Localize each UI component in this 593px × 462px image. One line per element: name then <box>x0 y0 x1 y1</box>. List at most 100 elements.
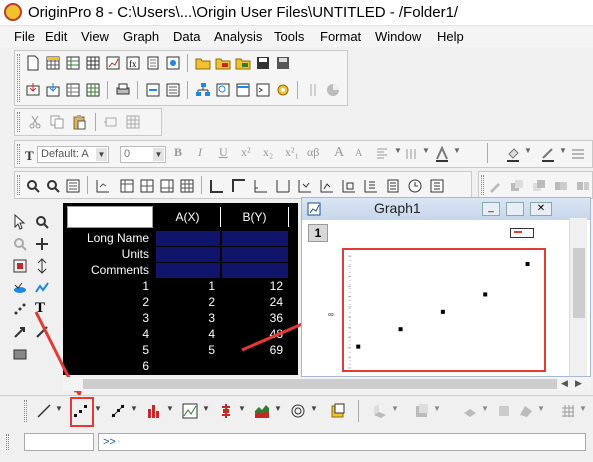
chevron-down-icon[interactable]: ▼ <box>433 404 441 413</box>
layer-1-tab[interactable]: 1 <box>308 224 328 242</box>
underline-button[interactable]: U <box>219 145 228 160</box>
save-template-icon[interactable] <box>275 55 291 71</box>
chevron-down-icon[interactable]: ▼ <box>559 146 567 155</box>
group-icon[interactable] <box>553 178 569 194</box>
code-builder-icon[interactable] <box>275 82 291 98</box>
cell-b[interactable]: 36 <box>221 311 289 326</box>
polar-plot-icon[interactable] <box>290 403 306 419</box>
sheet-corner[interactable] <box>67 206 153 228</box>
line-color-icon[interactable] <box>540 146 556 162</box>
comments-cell-a[interactable] <box>156 263 220 278</box>
chevron-down-icon[interactable]: ▼ <box>153 148 164 161</box>
add-right-axis-icon[interactable] <box>275 178 291 194</box>
fill-color-icon[interactable] <box>505 146 521 162</box>
color-scale-icon[interactable] <box>319 178 335 194</box>
line-tool-icon[interactable] <box>34 324 50 340</box>
zoom-tool-icon[interactable] <box>34 214 50 230</box>
arrange-back-icon[interactable] <box>531 178 547 194</box>
refresh-icon[interactable] <box>145 82 161 98</box>
column-header-a[interactable]: A(X) <box>155 207 221 227</box>
layer-info-icon[interactable] <box>363 178 379 194</box>
duplicate-icon[interactable] <box>165 82 181 98</box>
row-index[interactable]: 5 <box>67 343 155 358</box>
rectangle-tool-icon[interactable] <box>12 346 28 362</box>
font-size-select[interactable]: 0 ▼ <box>120 146 166 163</box>
new-graph-icon[interactable] <box>105 55 121 71</box>
column-align-icon[interactable] <box>404 146 420 162</box>
layer-3-icon[interactable] <box>159 178 175 194</box>
long-name-cell-a[interactable] <box>156 231 220 246</box>
menu-tools[interactable]: Tools <box>274 29 304 44</box>
pie-disabled-icon[interactable] <box>325 82 341 98</box>
chevron-down-icon[interactable]: ▼ <box>55 404 63 413</box>
column-header-b[interactable]: B(Y) <box>221 207 289 227</box>
maximize-icon[interactable] <box>506 202 524 216</box>
toolbar-grip[interactable] <box>17 54 20 102</box>
new-excel-icon[interactable] <box>65 55 81 71</box>
cell-a[interactable]: 4 <box>155 327 221 342</box>
row-index[interactable]: 4 <box>67 327 155 342</box>
units-cell-a[interactable] <box>156 247 220 262</box>
units-cell-b[interactable] <box>222 247 288 262</box>
scrollbar-thumb[interactable] <box>573 248 585 318</box>
chevron-down-icon[interactable]: ▼ <box>537 404 545 413</box>
cell-a[interactable]: 5 <box>155 343 221 358</box>
screen-reader-icon[interactable] <box>34 236 50 252</box>
statistics-plot-icon[interactable] <box>218 403 234 419</box>
new-function-icon[interactable]: fx <box>125 55 141 71</box>
command-history[interactable] <box>24 433 94 451</box>
increase-font-button[interactable]: A <box>334 145 344 161</box>
add-bottom-axis-icon[interactable] <box>209 178 225 194</box>
new-project-icon[interactable] <box>25 55 41 71</box>
copy-icon[interactable] <box>49 114 65 130</box>
3d-surface-icon[interactable] <box>414 403 430 419</box>
layer-2-icon[interactable] <box>139 178 155 194</box>
data-selector-icon[interactable] <box>34 258 50 274</box>
superscript-button[interactable]: x² <box>241 145 251 160</box>
toolbar-grip[interactable] <box>17 175 20 195</box>
script-window-icon[interactable] <box>235 82 251 98</box>
comments-cell-b[interactable] <box>222 263 288 278</box>
import-single-ascii-icon[interactable] <box>25 82 41 98</box>
cell-b[interactable]: 12 <box>221 279 289 294</box>
menu-data[interactable]: Data <box>173 29 200 44</box>
line-width-icon[interactable] <box>570 146 586 162</box>
grid-plot-icon[interactable] <box>560 403 576 419</box>
multi-curve-icon[interactable] <box>182 403 198 419</box>
cell-a[interactable]: 1 <box>155 279 221 294</box>
add-top-axis-icon[interactable] <box>231 178 247 194</box>
column-plot-icon[interactable] <box>146 403 162 419</box>
row-index[interactable]: 6 <box>67 359 155 374</box>
draw-data-icon[interactable] <box>12 280 28 296</box>
3d-plot-icon[interactable] <box>372 403 388 419</box>
scrollbar-thumb[interactable] <box>83 379 557 389</box>
menu-format[interactable]: Format <box>320 29 361 44</box>
close-icon[interactable]: ✕ <box>530 202 552 216</box>
chevron-down-icon[interactable]: ▼ <box>391 404 399 413</box>
open-template-icon[interactable] <box>215 55 231 71</box>
3d-wire-icon[interactable] <box>496 403 512 419</box>
chevron-down-icon[interactable]: ▼ <box>310 404 318 413</box>
row-index[interactable]: 3 <box>67 311 155 326</box>
add-column-icon[interactable] <box>305 82 321 98</box>
menu-view[interactable]: View <box>81 29 109 44</box>
open-excel-icon[interactable] <box>235 55 251 71</box>
line-symbol-plot-icon[interactable] <box>110 403 126 419</box>
add-sheet-icon[interactable] <box>125 114 141 130</box>
chevron-down-icon[interactable]: ▼ <box>130 404 138 413</box>
cell-b[interactable]: 24 <box>221 295 289 310</box>
menu-window[interactable]: Window <box>375 29 421 44</box>
template-library-icon[interactable] <box>330 403 346 419</box>
timestamp-icon[interactable] <box>341 178 357 194</box>
results-log-icon[interactable] <box>215 82 231 98</box>
chevron-down-icon[interactable]: ▼ <box>453 146 461 155</box>
text-tool-button[interactable]: T <box>35 300 45 317</box>
whole-page-icon[interactable] <box>65 178 81 194</box>
zoom-in-icon[interactable] <box>25 178 41 194</box>
toolbar-grip[interactable] <box>24 400 27 422</box>
graph-titlebar[interactable]: Graph1 _ ✕ <box>302 198 590 220</box>
align-left-icon[interactable] <box>375 146 391 162</box>
toolbar-grip[interactable] <box>481 175 484 195</box>
row-index[interactable]: 1 <box>67 279 155 294</box>
long-name-cell-b[interactable] <box>222 231 288 246</box>
